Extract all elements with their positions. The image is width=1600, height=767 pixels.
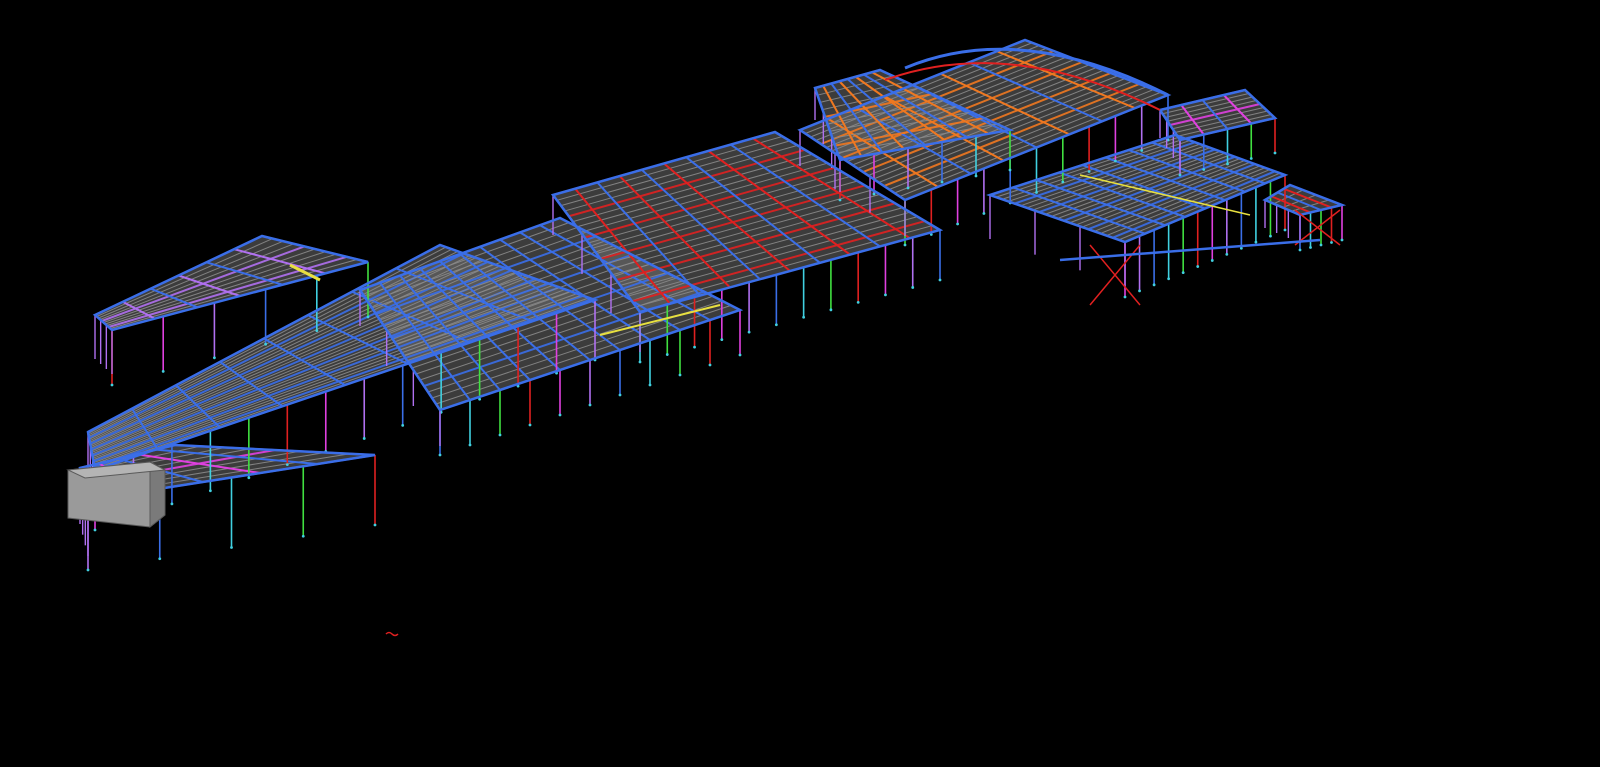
column-base	[93, 528, 97, 532]
column-base	[838, 198, 842, 202]
column-base	[1181, 271, 1185, 275]
column-base	[230, 546, 233, 549]
column-base	[1254, 240, 1258, 244]
tie-beam	[1059, 238, 1321, 262]
column-base	[638, 360, 642, 364]
column-base	[872, 192, 876, 196]
column-base	[903, 243, 907, 247]
column-base	[1210, 259, 1214, 262]
column-base	[1167, 277, 1171, 281]
column-base	[1138, 289, 1141, 293]
column-base	[1340, 238, 1344, 242]
column-base	[906, 186, 910, 190]
column-base	[1140, 149, 1144, 152]
column-base	[982, 212, 986, 215]
column-base	[373, 523, 377, 527]
column-base	[618, 393, 622, 397]
column-base	[285, 463, 289, 467]
column-base	[468, 443, 472, 447]
column-base	[974, 174, 978, 178]
column-base	[1273, 151, 1277, 155]
column-base	[161, 370, 165, 373]
column-base	[1269, 234, 1272, 238]
column-base	[1035, 191, 1038, 194]
column-base	[1249, 157, 1253, 160]
column-base	[956, 222, 959, 226]
column-base	[86, 568, 90, 572]
column-base	[747, 330, 751, 334]
column-base	[1330, 241, 1333, 244]
column-base	[802, 315, 806, 319]
column-base	[213, 356, 216, 360]
column-base	[528, 423, 532, 427]
column-base	[1298, 248, 1302, 252]
column-base	[1226, 162, 1229, 166]
column-base	[110, 383, 114, 387]
column-base	[362, 437, 366, 440]
column-base	[856, 300, 860, 304]
column-base	[170, 502, 174, 506]
column-base	[1123, 295, 1127, 299]
origin-marker-stroke	[385, 631, 399, 637]
column-base	[720, 338, 724, 342]
column-base	[1225, 252, 1229, 256]
column-base	[1283, 228, 1287, 232]
column-base	[1319, 243, 1323, 247]
column-base	[678, 373, 682, 377]
column-base	[1202, 168, 1206, 171]
column-base	[1087, 170, 1091, 173]
column-base	[588, 403, 592, 407]
column-base	[648, 383, 652, 387]
column-base	[1061, 180, 1065, 184]
column-base	[911, 286, 915, 289]
column-base	[938, 278, 942, 282]
column-base	[738, 353, 742, 357]
column-base	[247, 476, 251, 480]
column-base	[1008, 168, 1012, 172]
column-base	[884, 293, 887, 297]
column-base	[498, 433, 502, 437]
column-base	[774, 323, 778, 327]
column-base	[1309, 246, 1312, 249]
column-base	[708, 363, 712, 367]
column-base	[1196, 265, 1200, 268]
column-base	[366, 315, 370, 319]
column-base	[208, 489, 212, 493]
column-base	[158, 557, 162, 561]
structural-model-wireframe[interactable]	[0, 0, 1600, 767]
grey-block-mass	[66, 461, 167, 529]
column-base	[829, 308, 833, 312]
column-base	[438, 453, 442, 457]
column-base	[693, 345, 696, 349]
column-base	[940, 180, 944, 184]
column-base	[264, 342, 267, 346]
column-base	[1178, 173, 1182, 177]
column-base	[315, 329, 319, 332]
column-base	[1152, 283, 1156, 287]
column-base	[665, 353, 669, 356]
model-viewport[interactable]	[0, 0, 1600, 767]
column-base	[401, 423, 405, 427]
ucs-origin-icon	[385, 631, 399, 637]
column-base	[558, 413, 562, 417]
column-base	[1114, 159, 1117, 163]
column-base	[301, 534, 305, 538]
